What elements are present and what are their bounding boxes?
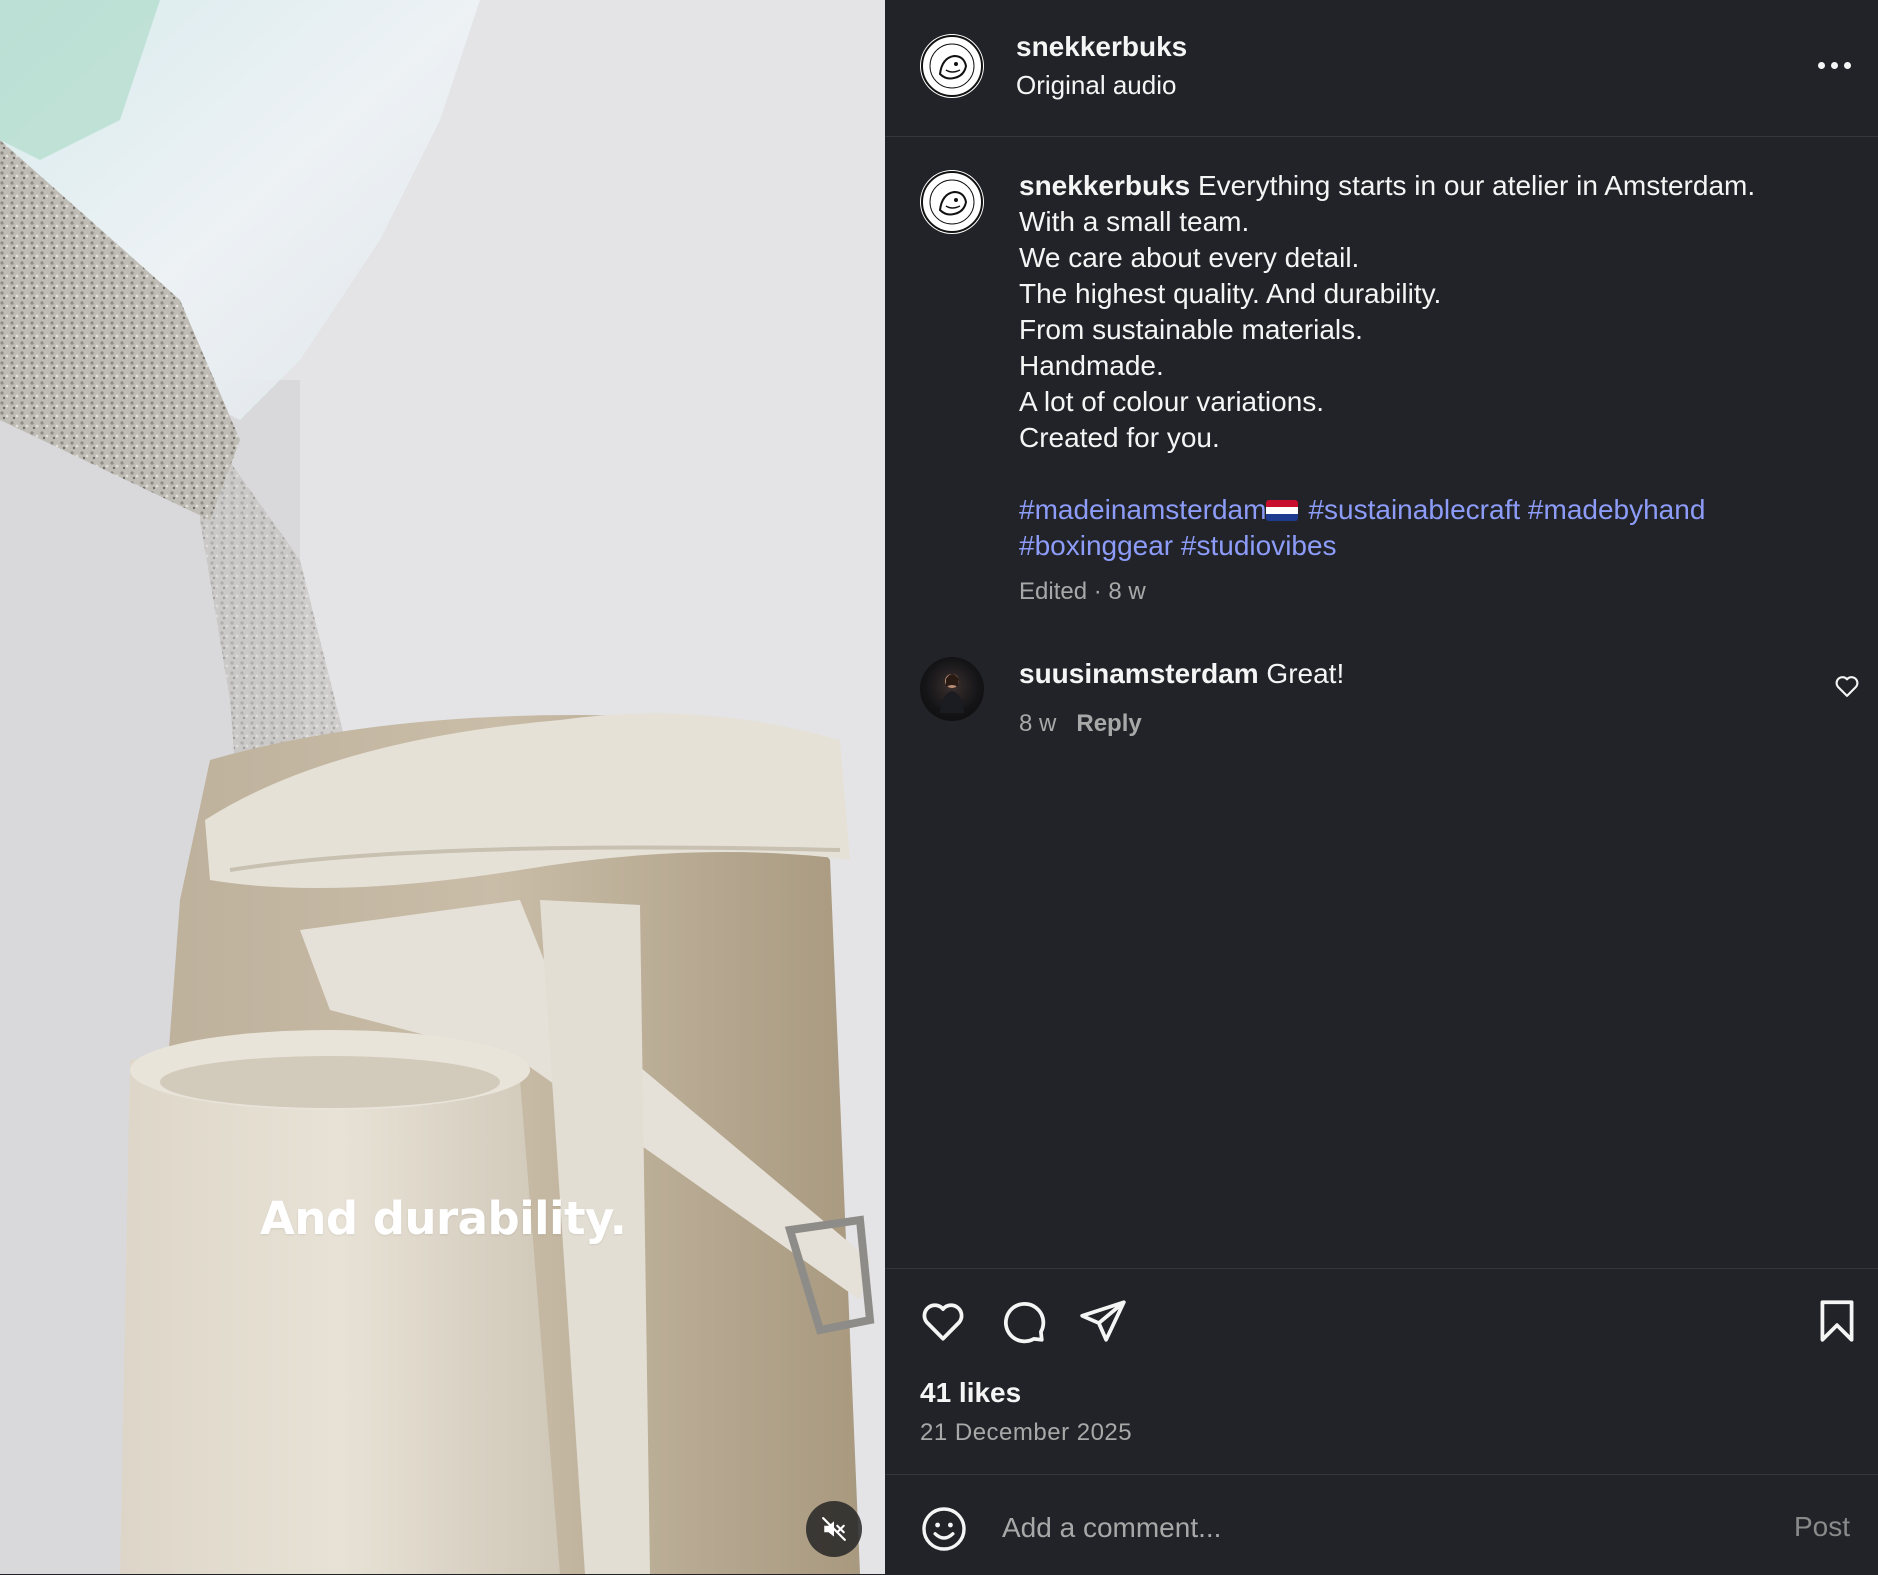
caption-avatar[interactable] — [920, 170, 984, 234]
more-dot — [1830, 61, 1838, 69]
comment-timestamp: 8 w — [1019, 710, 1057, 737]
share-paper-plane-icon[interactable] — [1078, 1296, 1128, 1346]
caption-line: Created for you. — [1019, 422, 1220, 453]
profile-photo — [940, 674, 964, 713]
post-caption: snekkerbuks Everything starts in our ate… — [1019, 168, 1839, 564]
video-overlay-caption: And durability. — [260, 1192, 627, 1245]
commenter-avatar[interactable] — [920, 657, 984, 721]
caption-line: A lot of colour variations. — [1019, 386, 1325, 417]
post-comment-button[interactable]: Post — [1794, 1511, 1850, 1543]
brand-logo-icon — [921, 171, 983, 233]
comment: suusinamsterdam Great! — [1019, 658, 1344, 690]
avatar[interactable] — [920, 34, 984, 98]
save-bookmark-icon[interactable] — [1812, 1296, 1862, 1346]
like-heart-icon[interactable] — [918, 1296, 968, 1346]
caption-line: Handmade. — [1019, 350, 1164, 381]
hashtag-link[interactable]: #boxinggear — [1019, 530, 1173, 561]
more-options-icon — [1817, 61, 1825, 69]
comment-like-heart-icon[interactable] — [1833, 672, 1861, 700]
post-details-panel: snekkerbuks Original audio snekkerbuks E… — [885, 0, 1878, 1574]
hashtag-link[interactable]: #madeinamsterdam — [1019, 494, 1266, 525]
caption-line: With a small team. — [1019, 206, 1250, 237]
caption-username[interactable]: snekkerbuks — [1019, 170, 1190, 201]
post-author-username[interactable]: snekkerbuks — [1016, 31, 1187, 63]
audio-label[interactable]: Original audio — [1016, 70, 1176, 101]
comment-bubble-icon[interactable] — [998, 1296, 1048, 1346]
hashtag-list: #madeinamsterdam #sustainablecraft #madeb… — [1019, 492, 1839, 564]
emoji-smiley-icon[interactable] — [920, 1505, 968, 1553]
post-actions: 41 likes 21 December 2025 — [885, 1268, 1878, 1475]
caption-line: We care about every detail. — [1019, 242, 1360, 273]
more-options-button[interactable] — [1810, 48, 1858, 82]
caption-line: Everything starts in our atelier in Amst… — [1198, 170, 1756, 201]
caption-timestamp: Edited · 8 w — [1019, 578, 1146, 605]
post-video[interactable]: And durability. — [0, 0, 885, 1574]
hashtag-link[interactable]: #sustainablecraft — [1308, 494, 1520, 525]
comment-body: Great! — [1266, 658, 1345, 689]
add-comment-bar: Post — [885, 1474, 1878, 1575]
caption-line: The highest quality. And durability. — [1019, 278, 1442, 309]
post-header: snekkerbuks Original audio — [885, 0, 1878, 137]
comment-input[interactable] — [1000, 1499, 1644, 1557]
comment-username[interactable]: suusinamsterdam — [1019, 658, 1259, 689]
hashtag-link[interactable]: #madebyhand — [1528, 494, 1705, 525]
speaker-muted-icon — [822, 1517, 846, 1541]
reply-button[interactable]: Reply — [1076, 710, 1141, 737]
more-dot — [1843, 61, 1851, 69]
video-frame-image — [0, 0, 885, 1574]
caption-line: From sustainable materials. — [1019, 314, 1363, 345]
netherlands-flag-icon — [1266, 500, 1299, 521]
likes-count[interactable]: 41 likes — [920, 1377, 1021, 1409]
post-date: 21 December 2025 — [920, 1419, 1133, 1446]
comment-meta: 8 w Reply — [1019, 710, 1142, 738]
brand-logo-icon — [921, 35, 983, 97]
hashtag-link[interactable]: #studiovibes — [1181, 530, 1337, 561]
mute-toggle-button[interactable] — [806, 1501, 862, 1557]
